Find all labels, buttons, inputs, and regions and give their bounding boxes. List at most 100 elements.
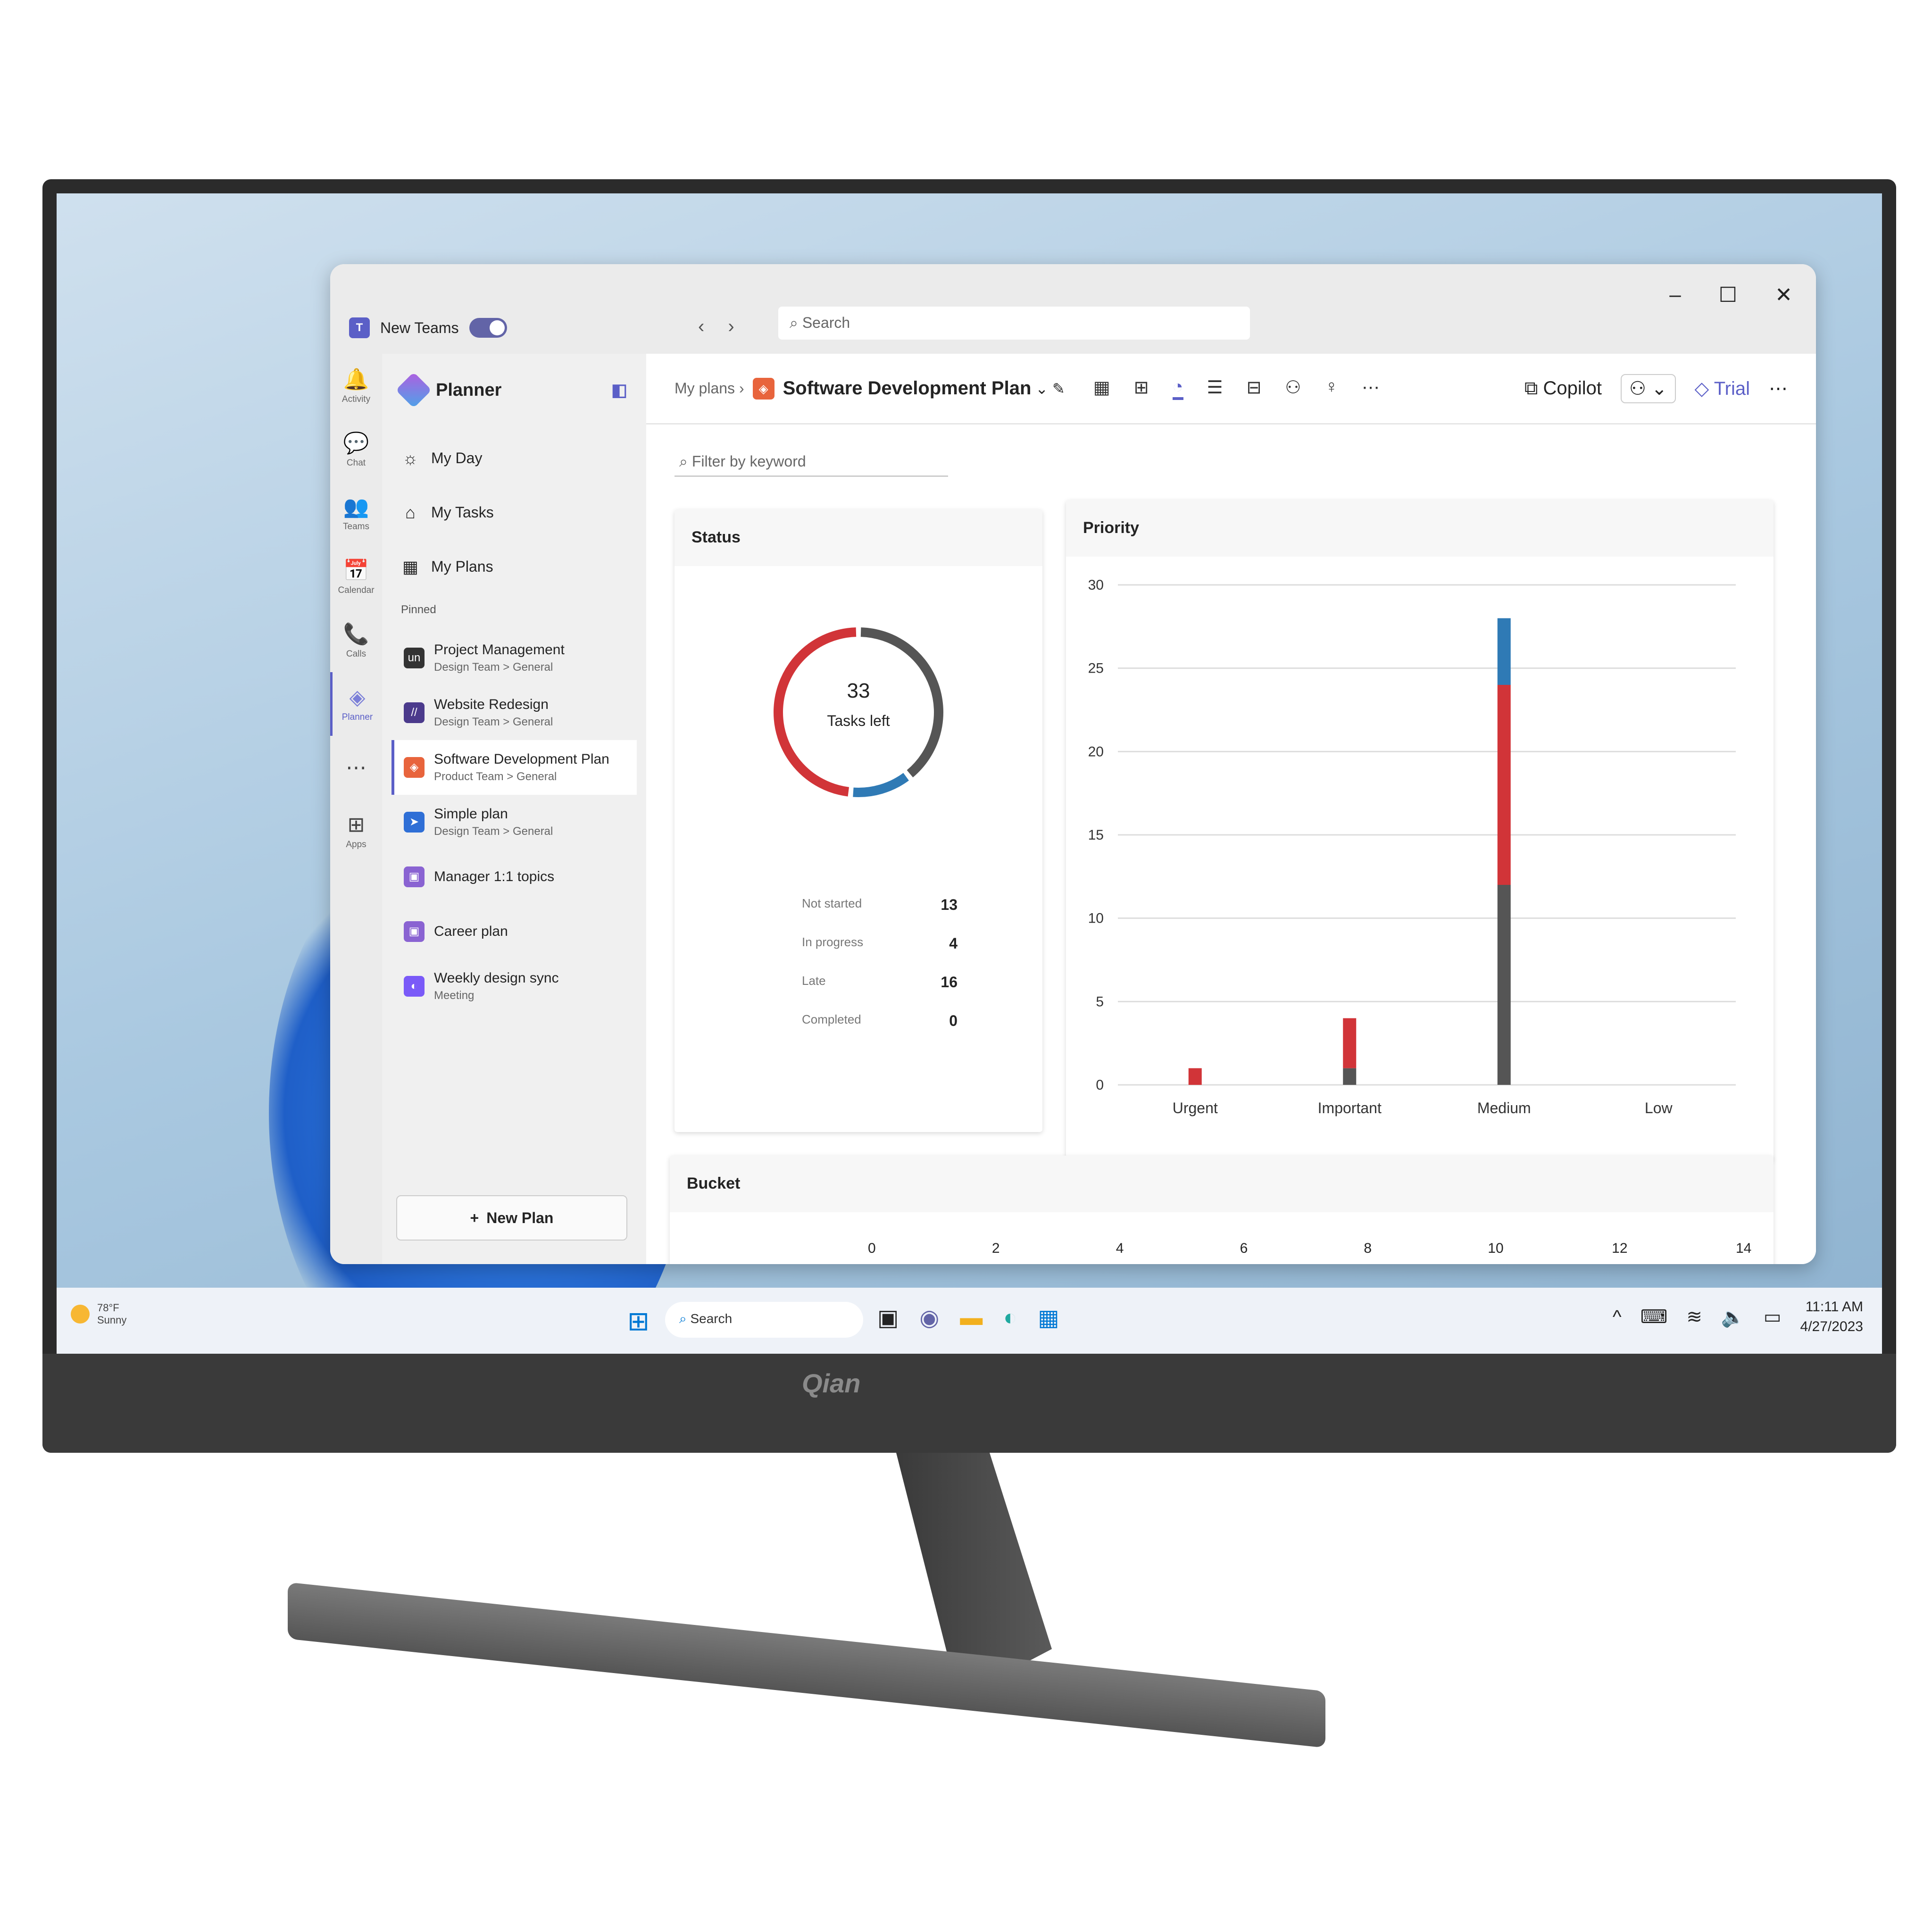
pinned-plan-item[interactable]: // Website Redesign Design Team > General [391,685,637,740]
view-tab-5[interactable]: ⚇ [1285,377,1301,400]
y-tick-label: 0 [1096,1077,1104,1093]
file-explorer-icon[interactable]: ▬ [960,1305,983,1331]
bar-medium-not-started[interactable] [1497,885,1511,1085]
taskbar-search[interactable]: ⌕ Search [665,1302,863,1338]
view-tab-0[interactable]: ▦ [1093,377,1110,400]
apps-icon: ⊞ [347,813,365,836]
teams-window: T New Teams ‹ › ⌕ Search – ☐ ✕ 🔔 Activity… [330,264,1816,1264]
pinned-plan-item[interactable]: ▣ Career plan [391,904,637,959]
windows-start-icon[interactable]: ⊞ [627,1306,650,1337]
back-button[interactable]: ‹ [698,316,704,337]
pinned-plan-item[interactable]: un Project Management Design Team > Genera… [391,631,637,685]
plan-subtitle: Design Team > General [434,661,553,674]
collapse-sidebar-icon[interactable]: ◧ [611,380,627,400]
battery-icon[interactable]: ▭ [1764,1306,1782,1328]
sidebar-item-my-day[interactable]: ☼ My Day [391,431,637,485]
sidebar-item-my-plans[interactable]: ▦ My Plans [391,540,637,594]
plan-icon: un [404,648,425,668]
chat-icon: 💬 [343,431,369,455]
volume-icon[interactable]: 🔈 [1721,1306,1745,1328]
status-value: 16 [941,974,958,991]
close-button[interactable]: ✕ [1775,283,1792,307]
brand-logo: Qian [802,1368,861,1398]
more-icon: ⋯ [346,756,366,779]
status-row: Completed 0 [802,1012,958,1051]
view-tab-7[interactable]: ⋯ [1362,377,1380,400]
search-icon: ⌕ [679,453,692,470]
plan-title: Simple plan [434,806,508,822]
task-view-icon[interactable]: ▣ [877,1305,899,1331]
bar-medium-late[interactable] [1497,685,1511,885]
status-row: Not started 13 [802,896,958,935]
breadcrumb-my-plans[interactable]: My plans [675,380,735,397]
search-input[interactable]: ⌕ Search [778,307,1250,340]
teams-chat-icon[interactable]: ◉ [919,1305,939,1331]
bar-medium-in-progress[interactable] [1497,618,1511,685]
share-dropdown[interactable]: ⚇ ⌄ [1621,374,1676,403]
bar-important-not-started[interactable] [1343,1068,1357,1085]
view-tab-3[interactable]: ☰ [1207,377,1223,400]
trial-button[interactable]: ◇ Trial [1695,378,1750,400]
main-content: My plans › ◈ Software Development Plan ⌄… [646,354,1816,1264]
maximize-button[interactable]: ☐ [1719,283,1737,307]
rail-item-chat[interactable]: 💬 Chat [330,417,382,481]
donut-segment-not-started[interactable] [860,627,943,778]
plan-icon: ◐ [404,976,425,997]
rail-label: Planner [341,712,373,722]
forward-button[interactable]: › [728,316,734,337]
rail-item-activity[interactable]: 🔔 Activity [330,354,382,417]
rail-label: Teams [343,521,369,532]
sidebar-item-label: My Plans [431,558,493,575]
pinned-plan-item[interactable]: ▣ Manager 1:1 topics [391,849,637,904]
rail-item-calls[interactable]: 📞 Calls [330,608,382,672]
clock[interactable]: 11:11 AM 4/27/2023 [1800,1297,1863,1337]
x-tick-label: Medium [1477,1099,1531,1116]
rail-label: Calendar [338,585,375,595]
view-tab-4[interactable]: ⊟ [1247,377,1262,400]
rail-label: Apps [346,840,366,849]
chevron-up-icon[interactable]: ^ [1613,1307,1622,1328]
view-tab-2[interactable]: ◔ [1172,377,1183,400]
rail-item-planner[interactable]: ◈ Planner [330,672,382,736]
new-plan-button[interactable]: + New Plan [396,1195,627,1241]
new-teams-toggle[interactable] [469,318,507,338]
more-options-icon[interactable]: ⋯ [1769,378,1788,400]
rail-item-teams[interactable]: 👥 Teams [330,481,382,545]
bar-important-late[interactable] [1343,1018,1357,1068]
plan-title: Career plan [434,924,508,939]
plan-title: Project Management [434,642,565,658]
plan-subtitle: Design Team > General [434,825,553,838]
status-value: 4 [949,935,958,952]
rail-item-calendar[interactable]: 📅 Calendar [330,545,382,608]
plan-text: Website Redesign Design Team > General [434,697,553,729]
search-icon: ⌕ [679,1311,691,1326]
rail-item-more[interactable]: ⋯ [330,736,382,799]
chevron-down-icon[interactable]: ⌄ ✎ [1031,380,1065,398]
edge-icon[interactable]: ◐ [1003,1305,1017,1331]
diamond-icon: ◇ [1694,378,1714,399]
weather-widget[interactable]: 78°F Sunny [71,1302,126,1326]
bucket-x-tick: 2 [991,1241,1000,1256]
copilot-button[interactable]: ⧉ Copilot [1524,378,1602,399]
keyboard-icon[interactable]: ⌨ [1641,1306,1668,1328]
store-icon[interactable]: ▦ [1038,1305,1059,1331]
status-row: Late 16 [802,974,958,1012]
y-tick-label: 10 [1088,911,1104,926]
sidebar-item-my-tasks[interactable]: ⌂ My Tasks [391,485,637,540]
wifi-icon[interactable]: ≋ [1686,1306,1702,1328]
pinned-plan-item[interactable]: ◐ Weekly design sync Meeting [391,959,637,1014]
plan-title: Weekly design sync [434,970,559,986]
rail-item-apps[interactable]: ⊞ Apps [330,799,382,863]
donut-segment-in-progress[interactable] [853,773,909,797]
minimize-button[interactable]: – [1669,283,1681,307]
plan-title[interactable]: Software Development Plan [783,378,1032,399]
view-tab-1[interactable]: ⊞ [1134,377,1149,400]
pinned-plan-item[interactable]: ➤ Simple plan Design Team > General [391,795,637,849]
copilot-icon: ⧉ [1524,378,1543,399]
view-tab-6[interactable]: ♀ [1325,377,1339,400]
plan-icon: // [404,702,425,723]
plan-icon: ◈ [404,757,425,778]
filter-input[interactable]: ⌕ Filter by keyword [675,448,948,477]
pinned-plan-item[interactable]: ◈ Software Development Plan Product Team >… [391,740,637,795]
bar-urgent-late[interactable] [1188,1068,1202,1085]
